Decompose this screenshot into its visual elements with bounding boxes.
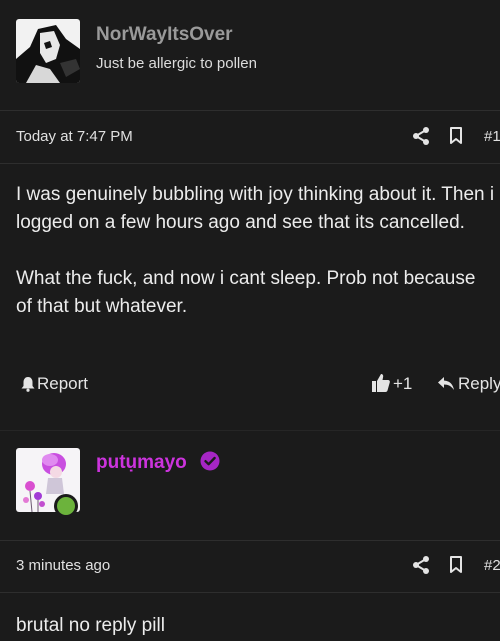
post-1-username[interactable]: NorWayItsOver — [96, 24, 233, 46]
post-1-user-title: Just be allergic to pollen — [96, 55, 257, 72]
like-count[interactable]: +1 — [393, 374, 412, 394]
bookmark-icon[interactable] — [449, 127, 463, 150]
post-2-meta: 3 minutes ago #2 — [0, 540, 500, 592]
online-dot — [57, 497, 75, 515]
post-2-body: brutal no reply pill — [16, 612, 496, 640]
report-icon[interactable] — [20, 376, 36, 397]
like-icon[interactable] — [371, 373, 391, 398]
reply-button[interactable]: Reply — [458, 374, 500, 394]
report-button[interactable]: Report — [37, 374, 88, 394]
post-2-number[interactable]: #2 — [484, 557, 500, 574]
reply-icon[interactable] — [437, 376, 455, 397]
post-2-header: putụmayo — [0, 431, 500, 541]
post-1-number[interactable]: #1 — [484, 128, 500, 145]
avatar-putumayo[interactable] — [16, 448, 80, 518]
post-1-meta: Today at 7:47 PM #1 — [0, 111, 500, 163]
post-1-paragraph: What the fuck, and now i cant sleep. Pro… — [16, 268, 476, 317]
share-icon[interactable] — [411, 126, 431, 151]
post-1-timestamp[interactable]: Today at 7:47 PM — [16, 128, 133, 145]
post-2-paragraph: brutal no reply pill — [16, 615, 165, 636]
divider — [0, 163, 500, 164]
post-1-paragraph: I was genuinely bubbling with joy thinki… — [16, 184, 495, 233]
post-2-timestamp[interactable]: 3 minutes ago — [16, 557, 110, 574]
share-icon[interactable] — [411, 555, 431, 580]
divider — [0, 592, 500, 593]
post-2-username[interactable]: putụmayo — [96, 452, 187, 474]
bookmark-icon[interactable] — [449, 556, 463, 579]
online-status-icon — [54, 494, 78, 518]
post-1-body: I was genuinely bubbling with joy thinki… — [16, 181, 496, 321]
avatar-norwayitsover[interactable] — [16, 19, 80, 83]
post-1-header: NorWayItsOver Just be allergic to pollen — [0, 0, 500, 110]
verified-icon — [200, 451, 220, 476]
post-1-actions: Report +1 Reply — [0, 364, 500, 404]
